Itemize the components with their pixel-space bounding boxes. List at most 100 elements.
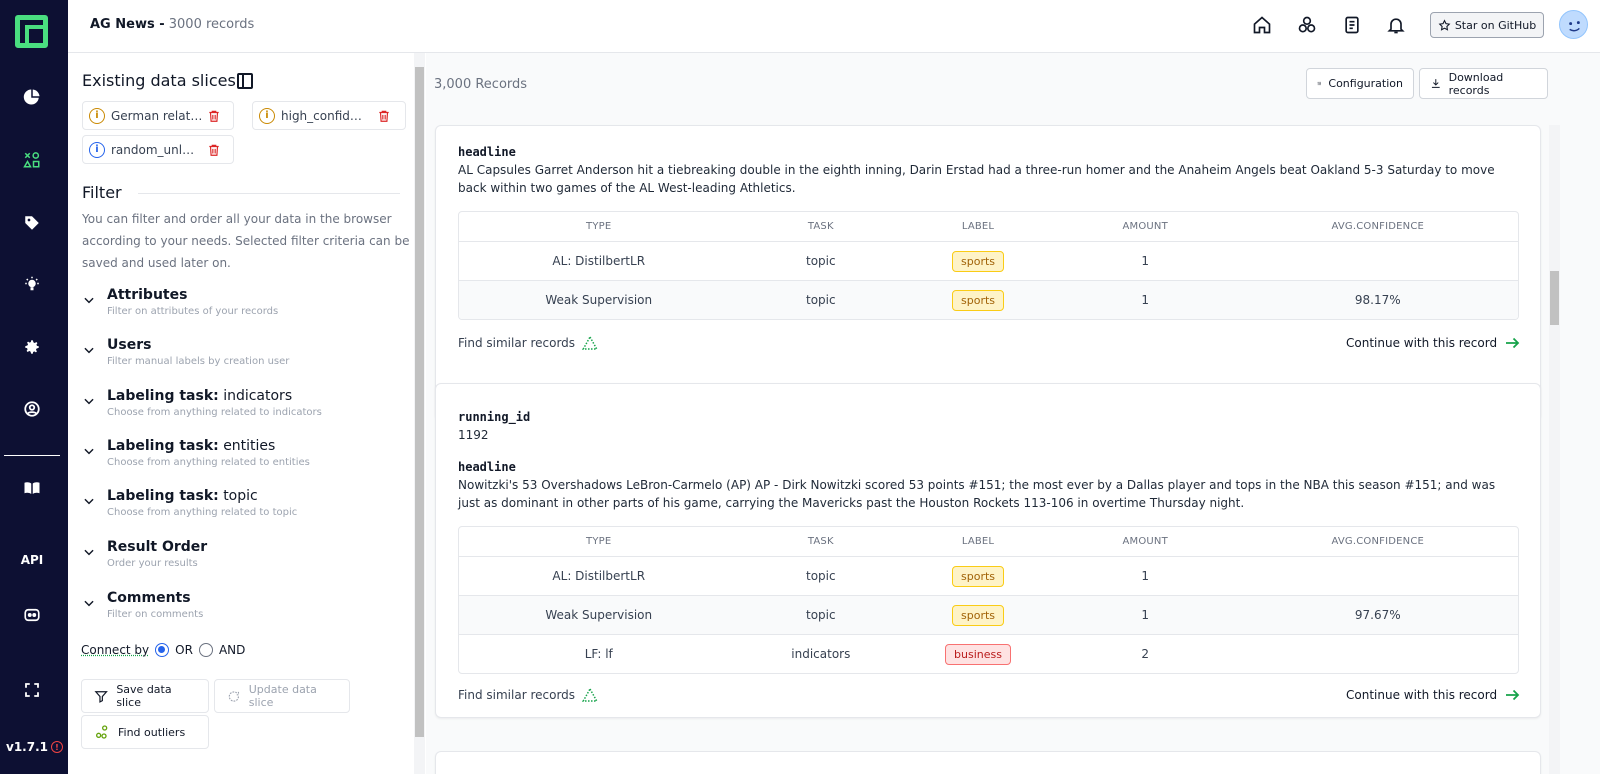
or-radio[interactable] [155,643,170,657]
find-similar-records-link[interactable]: Find similar records [458,334,599,352]
label-table: TYPE TASK LABEL AMOUNT AVG.CONFIDENCE AL… [458,211,1519,320]
fullscreen-icon[interactable] [18,676,46,704]
slice-chip-random[interactable]: i random_unl… [82,135,234,164]
filter-subtitle: Order your results [107,558,198,569]
info-icon: i [89,141,105,158]
connect-by-label: Connect by [81,643,150,657]
settings-icon[interactable] [18,333,46,361]
slice-chip-german[interactable]: i German relat… [82,101,234,130]
amount-cell: 1 [1141,608,1150,622]
filter-task-name: indicators [223,388,293,404]
chevron-down-icon [84,297,94,304]
column-header: TASK [807,536,834,547]
label-badge: sports [952,289,1005,311]
save-slice-label: Save data slice [116,683,172,709]
chevron-down-icon [84,347,94,354]
records-scroll-thumb[interactable] [1550,271,1559,325]
sliders-icon [1317,81,1321,86]
and-radio[interactable] [198,643,213,657]
label-table: TYPE TASK LABEL AMOUNT AVG.CONFIDENCE AL… [458,526,1519,674]
label-badge: business [945,643,1011,665]
configuration-label: Configuration [1328,77,1403,90]
or-label: OR [175,643,193,657]
column-header: TYPE [586,536,612,547]
sidebar-scrollbar[interactable] [414,53,425,774]
type-cell: AL: DistilbertLR [552,254,646,268]
projects-icon[interactable] [1296,14,1318,36]
user-icon[interactable] [18,395,46,423]
api-link[interactable]: API [14,553,50,567]
trash-icon[interactable] [377,109,391,123]
top-header: AG News - 3000 records Star on GitHub [68,0,1600,53]
record-card [435,751,1541,774]
column-header: AMOUNT [1122,536,1168,547]
connect-by-group: Connect by OR AND [81,643,245,657]
amount-cell: 1 [1141,569,1150,583]
filter-subtitle: Choose from anything related to topic [107,507,298,518]
project-title: AG News - 3000 records [90,17,254,32]
avatar[interactable] [1559,10,1588,39]
docs-icon[interactable] [18,474,46,502]
find-outliers-button[interactable]: Find outliers [81,715,209,749]
filter-description: You can filter and order all your data i… [82,212,410,270]
filter-title: Labeling task: [107,388,219,404]
table-header-row: TYPE TASK LABEL AMOUNT AVG.CONFIDENCE [459,527,1518,556]
chevron-down-icon [84,549,94,556]
labeling-icon[interactable] [18,209,46,237]
filter-task-name: topic [223,488,258,504]
task-cell: topic [806,254,836,268]
download-records-button[interactable]: Download records [1419,68,1548,99]
and-label: AND [218,643,246,657]
chevron-down-icon [84,600,94,607]
field-value: Nowitzki's 53 Overshadows LeBron-Carmelo… [458,478,1496,510]
task-cell: topic [806,569,836,583]
column-header: LABEL [961,536,995,547]
filter-title: Result Order [107,539,208,555]
slice-chip-high-confidence[interactable]: i high_confid… [252,101,406,130]
records-count: 3,000 Records [434,77,528,92]
sidebar-panel-icon[interactable] [237,73,253,89]
filter-subtitle: Filter manual labels by creation user [107,356,290,367]
configuration-button[interactable]: Configuration [1306,68,1414,99]
table-row: AL: DistilbertLR topic sports 1 [459,556,1518,595]
records-scrollbar[interactable] [1549,125,1560,774]
notification-bell-icon[interactable] [1385,14,1407,36]
filter-divider [138,193,400,194]
filter-title: Filter [82,183,122,202]
trash-icon[interactable] [207,143,221,157]
update-data-slice-button[interactable]: Update data slice [214,679,350,713]
slices-title: Existing data slices [82,71,236,90]
filter-title: Labeling task: [107,488,219,504]
version-info[interactable]: v1.7.1! [6,740,63,754]
column-header: TYPE [586,221,612,232]
find-outliers-label: Find outliers [118,725,186,739]
save-data-slice-button[interactable]: Save data slice [81,679,209,713]
data-browser-icon[interactable] [18,146,46,174]
arrow-right-icon [1506,689,1520,701]
continue-with-record-link[interactable]: Continue with this record [1346,686,1521,704]
chevron-down-icon [84,498,94,505]
app-logo[interactable] [15,15,48,48]
filter-title: Users [107,337,152,353]
filter-title: Comments [107,590,191,606]
heuristics-icon[interactable] [18,271,46,299]
column-header: AMOUNT [1122,221,1168,232]
find-similar-label: Find similar records [458,336,576,350]
records-panel: 3,000 Records Configuration Download rec… [426,53,1600,774]
filter-subtitle: Choose from anything related to entities [107,457,310,468]
star-on-github-button[interactable]: Star on GitHub [1430,12,1544,38]
overview-icon[interactable] [18,83,46,111]
notes-icon[interactable] [1341,14,1363,36]
discord-icon[interactable] [18,601,46,629]
slice-label: high_confid… [281,108,362,123]
continue-with-record-link[interactable]: Continue with this record [1346,334,1521,352]
field-name: headline [458,460,516,474]
continue-label: Continue with this record [1346,688,1498,702]
warning-icon: ! [51,741,63,753]
table-row: AL: DistilbertLR topic sports 1 [459,241,1518,280]
find-similar-records-link[interactable]: Find similar records [458,686,599,704]
project-record-count: 3000 records [168,17,255,32]
home-icon[interactable] [1251,14,1273,36]
trash-icon[interactable] [207,109,221,123]
sidebar-scroll-thumb[interactable] [415,67,424,737]
